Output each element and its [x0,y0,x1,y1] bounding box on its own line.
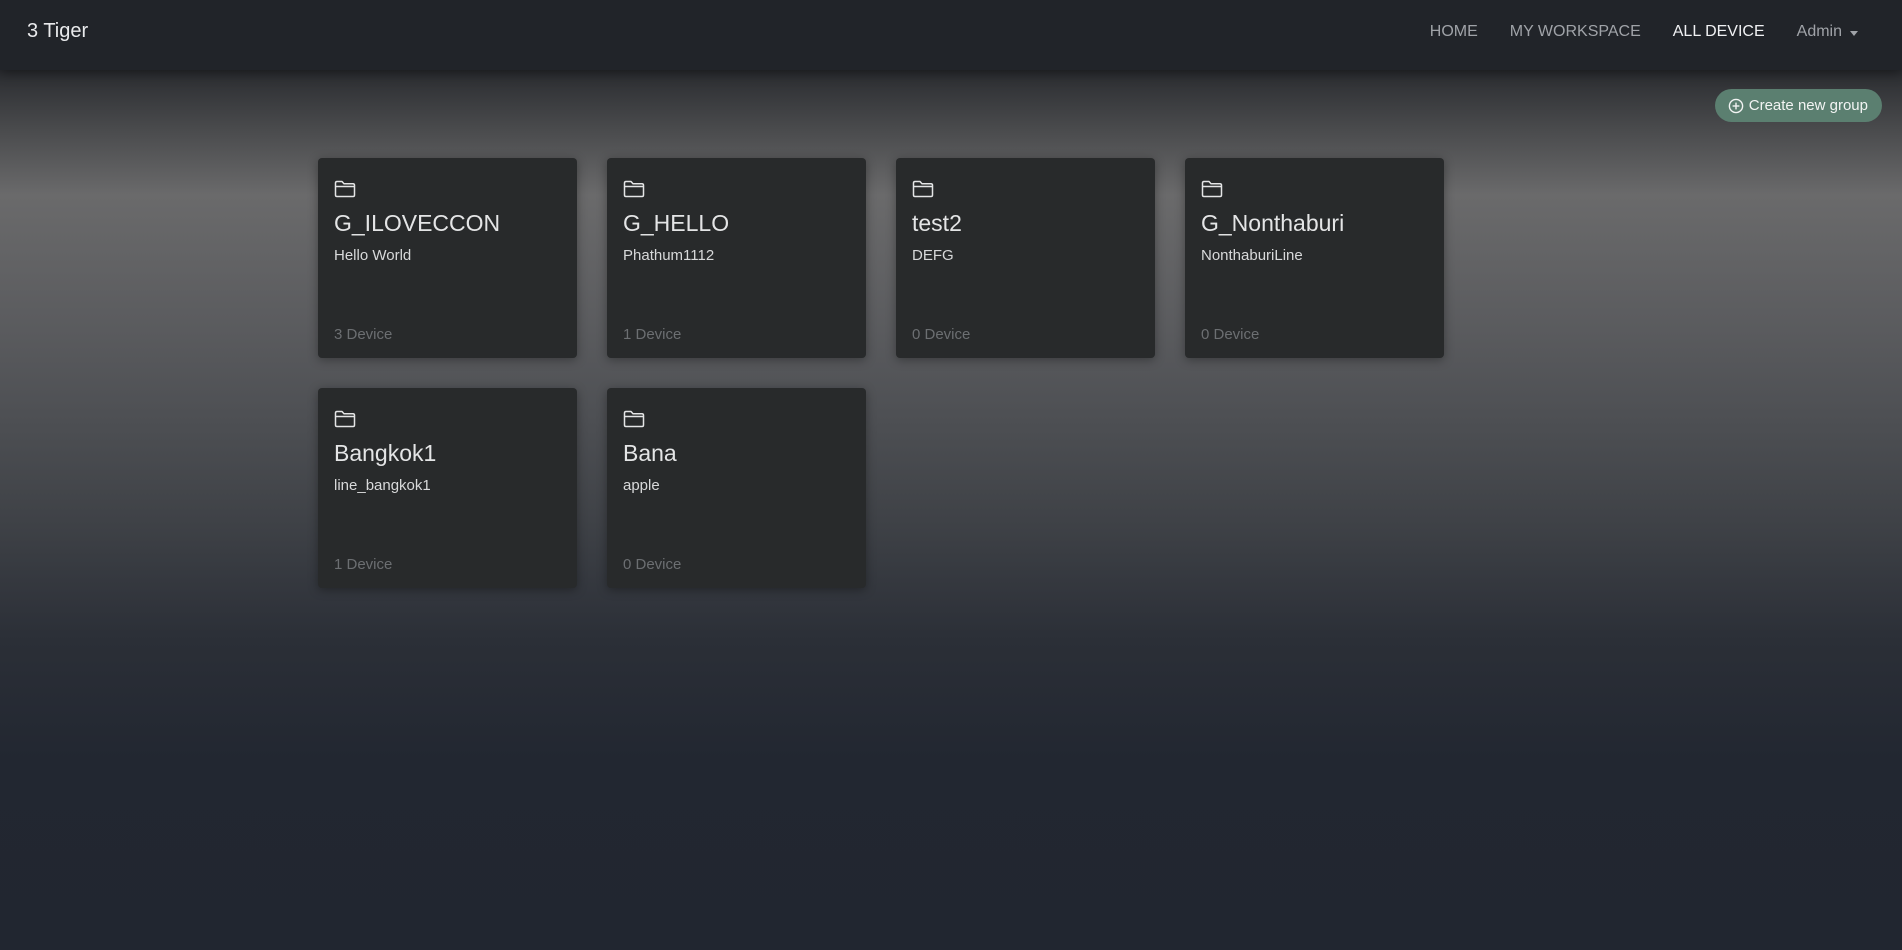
user-menu-label: Admin [1796,23,1842,40]
top-navbar: 3 Tiger HOME MY WORKSPACE ALL DEVICE Adm… [0,0,1902,70]
folder-icon [623,410,645,428]
folder-icon [623,180,645,198]
brand-logo[interactable]: 3 Tiger [27,20,88,43]
group-card[interactable]: test2 DEFG 0 Device [896,158,1155,358]
group-grid: G_ILOVECCON Hello World 3 Device G_HELLO… [318,158,1444,588]
group-description: NonthaburiLine [1201,247,1303,264]
create-new-group-button[interactable]: Create new group [1714,89,1882,122]
caret-down-icon [1850,30,1858,36]
group-name: Bana [623,440,677,466]
group-name: test2 [912,210,962,236]
group-device-count: 0 Device [912,326,971,343]
group-description: Phathum1112 [623,247,715,264]
group-description: apple [623,477,660,494]
group-card[interactable]: Bana apple 0 Device [607,388,866,588]
group-name: G_ILOVECCON [334,210,501,236]
group-name: G_Nonthaburi [1201,210,1345,236]
group-device-count: 1 Device [334,556,393,573]
folder-icon [334,410,356,428]
create-new-group-label: Create new group [1748,97,1868,114]
group-device-count: 3 Device [334,326,393,343]
group-description: Hello World [334,247,412,264]
group-card[interactable]: G_HELLO Phathum1112 1 Device [607,158,866,358]
group-device-count: 0 Device [623,556,682,573]
group-name: G_HELLO [623,210,730,236]
group-card[interactable]: G_ILOVECCON Hello World 3 Device [318,158,577,358]
folder-icon [912,180,934,198]
folder-icon [1201,180,1223,198]
group-device-count: 0 Device [1201,326,1260,343]
group-name: Bangkok1 [334,440,437,466]
nav-link-all-device[interactable]: ALL DEVICE [1673,23,1765,41]
group-device-count: 1 Device [623,326,682,343]
nav-links: HOME MY WORKSPACE ALL DEVICE Admin [1430,0,1858,64]
nav-link-my-workspace[interactable]: MY WORKSPACE [1510,23,1641,41]
group-description: DEFG [912,247,954,264]
group-card[interactable]: Bangkok1 line_bangkok1 1 Device [318,388,577,588]
group-card[interactable]: G_Nonthaburi NonthaburiLine 0 Device [1185,158,1444,358]
user-menu-dropdown[interactable]: Admin [1797,23,1858,41]
nav-link-home[interactable]: HOME [1430,23,1478,41]
group-description: line_bangkok1 [334,477,431,494]
plus-circle-icon [1728,98,1744,113]
folder-icon [334,180,356,198]
